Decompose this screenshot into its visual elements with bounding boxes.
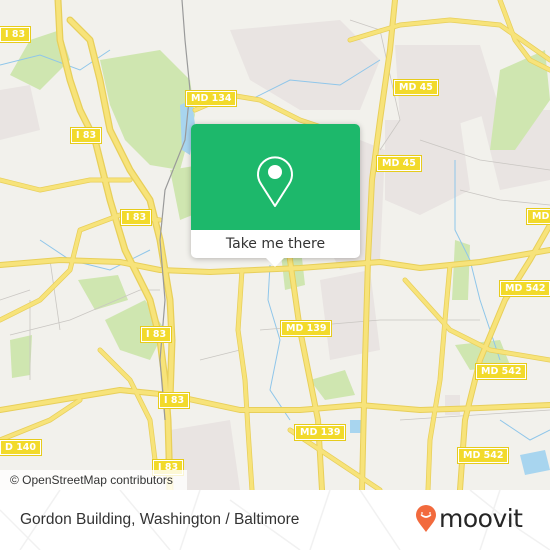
route-shield: I 83	[119, 209, 153, 226]
route-shield: MD 134	[184, 90, 238, 107]
map[interactable]: I 83 I 83 MD 134 MD 45 MD 45 MD I 83 I 8…	[0, 0, 550, 490]
take-me-there-button[interactable]: Take me there	[191, 230, 360, 258]
route-shield: I 83	[69, 127, 103, 144]
route-shield: MD 542	[498, 280, 550, 297]
route-shield: MD 45	[376, 155, 422, 172]
route-shield: MD 139	[293, 424, 347, 441]
popup-header[interactable]	[191, 124, 360, 230]
route-shield: MD 139	[279, 320, 333, 337]
route-shield: MD 542	[456, 447, 510, 464]
moovit-wordmark: moovit	[439, 504, 523, 533]
route-shield: I 83	[157, 392, 191, 409]
map-pin-icon	[257, 156, 293, 207]
route-shield: MD 45	[393, 79, 439, 96]
map-attribution[interactable]: © OpenStreetMap contributors	[0, 470, 187, 490]
place-name: Gordon Building, Washington / Baltimore	[20, 511, 300, 528]
route-shield: D 140	[0, 439, 43, 456]
popup-pointer	[266, 258, 284, 267]
route-shield: MD 542	[474, 363, 528, 380]
footer: Gordon Building, Washington / Baltimore …	[0, 490, 550, 550]
route-shield: I 83	[139, 326, 173, 343]
route-shield: I 83	[0, 26, 32, 43]
moovit-pin-icon	[416, 505, 436, 532]
route-shield: MD	[525, 208, 550, 225]
location-popup[interactable]: Take me there	[191, 124, 360, 267]
moovit-logo[interactable]: moovit	[415, 504, 523, 534]
